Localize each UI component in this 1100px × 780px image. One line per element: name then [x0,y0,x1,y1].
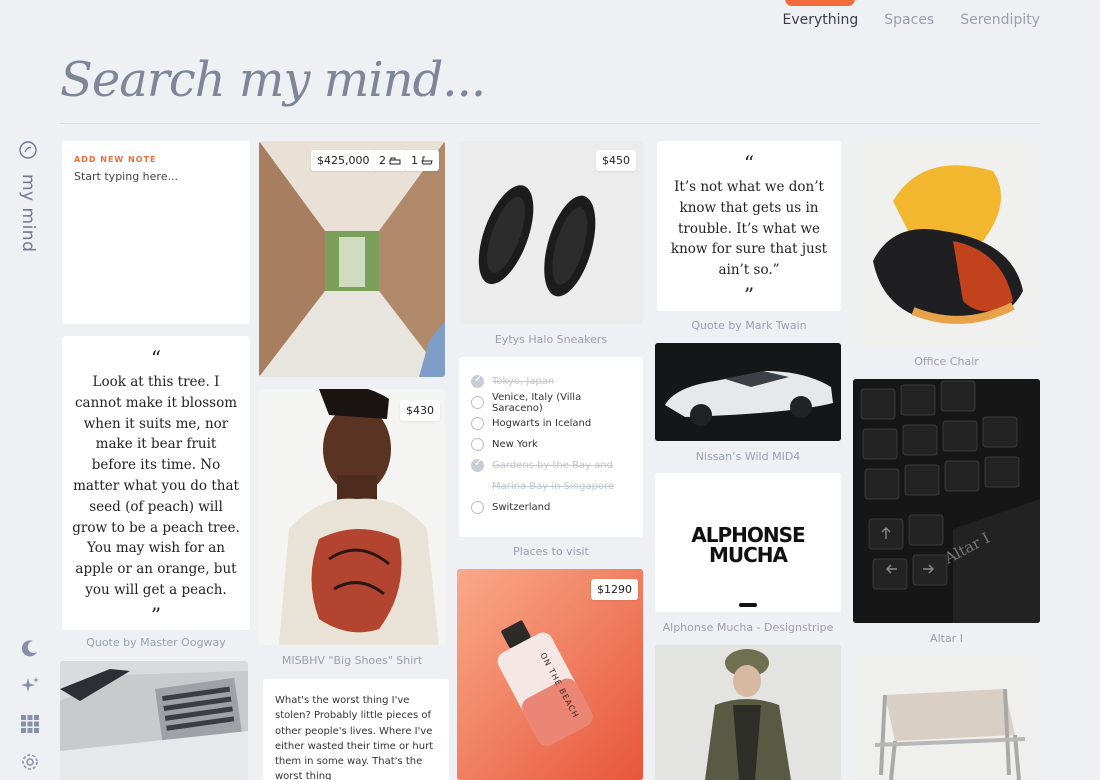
checkbox[interactable] [471,396,484,409]
checkbox[interactable] [471,458,484,472]
checklist-item[interactable]: Marina Bay in Singapore [471,476,631,497]
fashion-image-card[interactable] [655,645,841,780]
note-label: ADD NEW NOTE [74,155,157,164]
note-input[interactable]: Start typing here... [74,170,238,183]
search-input[interactable]: Search my mind... [60,48,1040,124]
checkbox[interactable] [471,438,484,451]
checklist-item-label: Venice, Italy (Villa Saraceno) [492,391,582,414]
quote-card-oogway[interactable]: “ Look at this tree. I cannot make it bl… [62,336,250,630]
beds-count: 2 [379,154,386,167]
twain-caption: Quote by Mark Twain [691,319,807,332]
brand[interactable]: my mind [18,140,38,252]
shirt-photo [259,389,445,645]
brand-label: my mind [18,174,38,253]
price-badge: $1290 [591,579,638,600]
grid-icon[interactable] [18,712,42,736]
price-badge: $450 [596,150,636,171]
house-photo [259,141,445,377]
close-quote-mark: ” [743,282,755,307]
mucha-caption: Alphonse Mucha - Designstripe [662,621,834,634]
checklist-item[interactable]: New York [471,434,631,455]
open-quote-mark: “ [150,346,162,370]
sparkle-icon[interactable] [18,674,42,698]
tab-serendipity[interactable]: Serendipity [960,12,1040,28]
places-checklist-card[interactable]: Tokyo, Japan Venice, Italy (Villa Saracen… [459,357,643,537]
chair-caption: Office Chair [914,355,979,368]
quote-caption: Quote by Master Oogway [86,636,226,649]
bath-icon [421,156,433,164]
perfume-product-card[interactable]: ON THE BEACH $1290 [457,569,643,780]
checklist-item[interactable]: Tokyo, Japan [471,371,631,392]
checkbox[interactable] [471,501,484,514]
quote-text: It’s not what we don’t know that gets us… [670,179,828,279]
bed-icon [389,157,401,164]
baths-badge: 1 [405,150,439,171]
checklist-item-label: Switzerland [492,502,551,513]
mucha-title-line2: MUCHA [708,543,788,567]
add-note-card[interactable]: ADD NEW NOTE Start typing here... [62,141,250,324]
fashion-photo [655,645,841,780]
tab-spaces[interactable]: Spaces [884,12,934,28]
top-nav: Everything Spaces Serendipity [782,0,1040,40]
chair-photo [853,141,1040,347]
price-badge: $425,000 [311,150,376,171]
car-image-card[interactable] [60,661,248,780]
checkbox[interactable] [471,417,484,430]
note-text: What's the worst thing I've stolen? Prob… [275,695,434,780]
checklist-item-label: Gardens by the Bay and [492,460,613,471]
checkbox[interactable] [471,374,484,388]
open-quote-mark: “ [743,151,755,175]
beds-badge: 2 [373,150,407,171]
steel-chair-image-card[interactable] [855,655,1040,780]
checklist-item[interactable]: Venice, Italy (Villa Saraceno) [471,391,631,414]
nissan-photo [655,343,841,441]
close-quote-mark: ” [150,602,162,627]
checklist-item[interactable]: Switzerland [471,497,631,518]
checklist-item-label: Tokyo, Japan [492,376,555,387]
sneakers-caption: Eytys Halo Sneakers [494,333,608,346]
slider-handle [739,603,757,607]
nissan-caption: Nissan’s Wild MID4 [695,450,801,463]
checklist-item[interactable]: Hogwarts in Iceland [471,413,631,434]
keyboard-image-card[interactable]: Altar I [853,379,1040,623]
checklist-item-label: New York [492,439,538,450]
shirt-product-card[interactable]: $430 [259,389,445,645]
checklist-item-label: Marina Bay in Singapore [492,481,615,492]
keyboard-caption: Altar I [930,632,963,645]
checklist: Tokyo, Japan Venice, Italy (Villa Saracen… [471,371,631,518]
house-listing-card[interactable]: $425,000 2 1 [259,141,445,377]
brain-icon [18,140,38,164]
nissan-image-card[interactable] [655,343,841,441]
checklist-item-label: Hogwarts in Iceland [492,418,592,429]
car-photo [60,661,248,780]
moon-icon[interactable] [18,636,42,660]
price-badge: $430 [400,400,440,421]
sidebar: my mind [0,130,60,780]
stolen-note-card[interactable]: What's the worst thing I've stolen? Prob… [263,679,449,780]
quote-text: Look at this tree. I cannot make it blos… [72,374,240,598]
mucha-card[interactable]: ALPHONSE MUCHA [655,473,841,612]
shirt-caption: MISBHV "Big Shoes" Shirt [281,654,423,667]
checklist-item[interactable]: Gardens by the Bay and [471,455,631,476]
steel-chair-photo [855,655,1040,780]
settings-icon[interactable] [18,750,42,774]
keyboard-photo [853,379,1040,623]
baths-count: 1 [411,154,418,167]
tab-everything[interactable]: Everything [782,0,858,28]
places-caption: Places to visit [513,545,589,558]
sneakers-product-card[interactable]: $450 [459,141,643,324]
quote-card-twain[interactable]: “ It’s not what we don’t know that gets … [657,141,841,311]
chair-image-card[interactable] [853,141,1040,347]
